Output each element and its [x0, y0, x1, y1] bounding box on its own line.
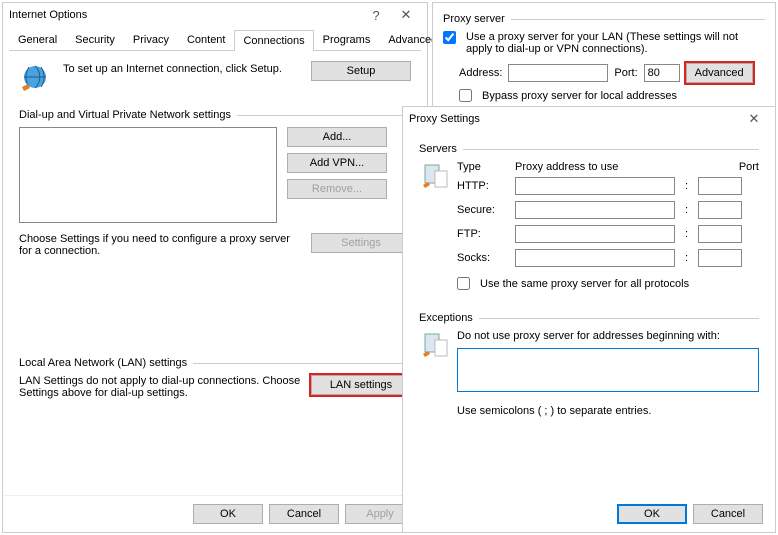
proxy-row-label: Socks: [457, 252, 509, 264]
help-icon[interactable]: ? [361, 8, 391, 23]
servers-group-label: Servers [419, 143, 457, 155]
exceptions-textarea[interactable] [457, 348, 759, 392]
add-button[interactable]: Add... [287, 127, 387, 147]
internet-options-window: Internet Options ? ✕ General Security Pr… [2, 2, 428, 533]
lan-group-label: Local Area Network (LAN) settings [19, 357, 187, 369]
proxy-port-input[interactable] [698, 249, 742, 267]
proxy-addr-input[interactable] [515, 177, 675, 195]
tabstrip: General Security Privacy Content Connect… [9, 29, 421, 51]
proxy-server-panel: Proxy server Use a proxy server for your… [432, 2, 776, 112]
dialup-group-label: Dial-up and Virtual Private Network sett… [19, 109, 231, 121]
proxy-addr-input[interactable] [515, 201, 675, 219]
bypass-checkbox[interactable] [459, 89, 472, 102]
addr-header: Proxy address to use [515, 161, 675, 173]
window-title: Proxy Settings [409, 113, 480, 125]
exceptions-note: Do not use proxy server for addresses be… [457, 330, 759, 342]
cancel-button[interactable]: Cancel [693, 504, 763, 524]
proxy-row: HTTP:: [457, 177, 759, 195]
close-icon[interactable]: ✕ [391, 7, 421, 23]
proxy-addr-input[interactable] [515, 249, 675, 267]
type-header: Type [457, 161, 509, 173]
lan-settings-button[interactable]: LAN settings [311, 375, 411, 395]
semicolon-note: Use semicolons ( ; ) to separate entries… [457, 405, 759, 417]
proxy-row-label: FTP: [457, 228, 509, 240]
proxy-row: Secure:: [457, 201, 759, 219]
address-label: Address: [459, 67, 502, 79]
dialup-listbox[interactable] [19, 127, 277, 223]
server-icon [419, 330, 451, 362]
setup-text: To set up an Internet connection, click … [57, 61, 305, 77]
port-label: Port: [614, 67, 637, 79]
use-proxy-checkbox[interactable] [443, 31, 456, 44]
server-icon [419, 161, 451, 193]
address-input[interactable] [508, 64, 608, 82]
remove-button: Remove... [287, 179, 387, 199]
tab-security[interactable]: Security [66, 29, 124, 50]
tab-content[interactable]: Content [178, 29, 235, 50]
ok-button[interactable]: OK [193, 504, 263, 524]
proxy-settings-window: Proxy Settings ✕ Servers Type Proxy addr… [402, 106, 776, 533]
proxy-row: Socks:: [457, 249, 759, 267]
add-vpn-button[interactable]: Add VPN... [287, 153, 387, 173]
use-proxy-label: Use a proxy server for your LAN (These s… [466, 31, 765, 55]
lan-note: LAN Settings do not apply to dial-up con… [19, 375, 305, 399]
proxy-row-label: HTTP: [457, 180, 509, 192]
cancel-button[interactable]: Cancel [269, 504, 339, 524]
proxy-port-input[interactable] [698, 201, 742, 219]
proxy-server-group-label: Proxy server [443, 13, 505, 25]
tab-programs[interactable]: Programs [314, 29, 380, 50]
advanced-button[interactable]: Advanced [686, 63, 753, 83]
tab-privacy[interactable]: Privacy [124, 29, 178, 50]
port-header: Port [681, 161, 759, 173]
proxy-row: FTP:: [457, 225, 759, 243]
same-proxy-checkbox[interactable] [457, 277, 470, 290]
proxy-port-input[interactable] [698, 225, 742, 243]
setup-button[interactable]: Setup [311, 61, 411, 81]
titlebar: Internet Options ? ✕ [3, 3, 427, 27]
close-icon[interactable]: ✕ [739, 111, 769, 127]
ok-button[interactable]: OK [617, 504, 687, 524]
window-title: Internet Options [9, 9, 87, 21]
tab-general[interactable]: General [9, 29, 66, 50]
titlebar: Proxy Settings ✕ [403, 107, 775, 131]
globe-icon [19, 61, 51, 93]
proxy-addr-input[interactable] [515, 225, 675, 243]
bypass-label: Bypass proxy server for local addresses [482, 90, 677, 102]
same-proxy-label: Use the same proxy server for all protoc… [480, 278, 689, 290]
choose-settings-text: Choose Settings if you need to configure… [19, 233, 305, 257]
exceptions-group-label: Exceptions [419, 312, 473, 324]
proxy-port-input[interactable] [698, 177, 742, 195]
connection-settings-button: Settings [311, 233, 411, 253]
tab-connections[interactable]: Connections [234, 30, 313, 51]
proxy-row-label: Secure: [457, 204, 509, 216]
port-input[interactable] [644, 64, 680, 82]
